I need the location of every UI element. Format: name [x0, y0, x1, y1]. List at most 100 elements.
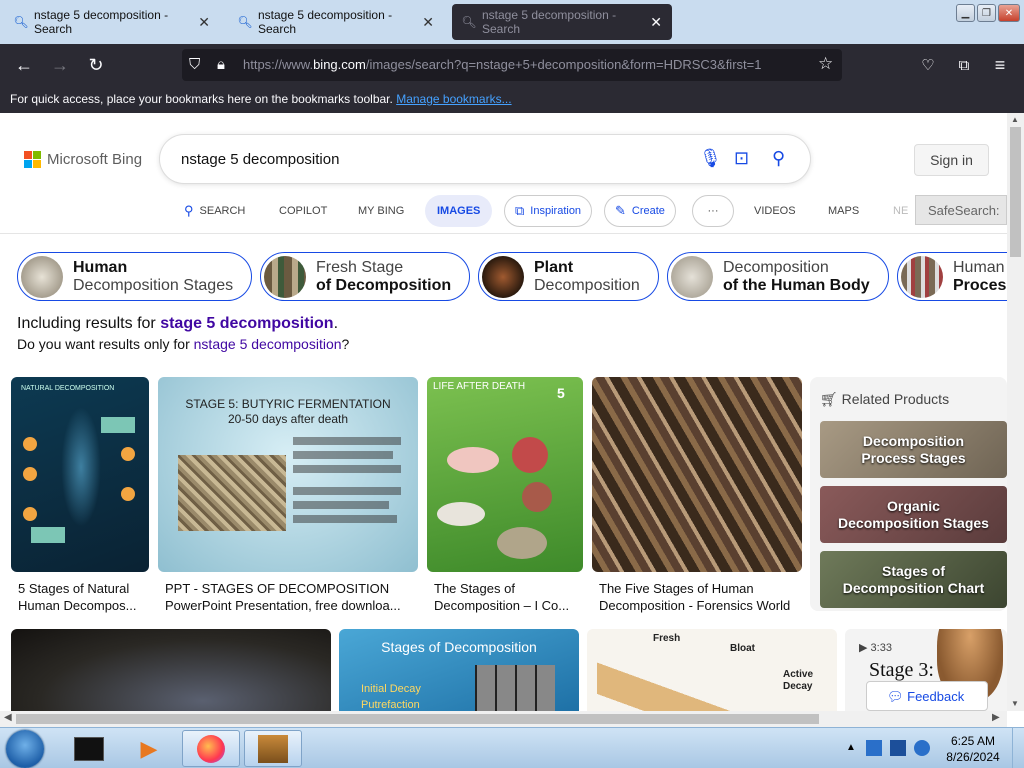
reload-icon[interactable]: ↻	[85, 54, 107, 76]
taskbar-app-terminal[interactable]	[60, 730, 118, 767]
start-button[interactable]	[6, 730, 44, 768]
taskbar-app-media-player[interactable]: ▶	[120, 730, 178, 767]
bing-logo[interactable]: Microsoft Bing	[24, 151, 142, 168]
pocket-icon[interactable]: ♡	[917, 54, 939, 76]
close-tab-icon[interactable]: ✕	[422, 14, 434, 31]
chip-plant-decomposition[interactable]: Plant Decomposition	[478, 252, 659, 301]
scroll-down-arrow-icon[interactable]: ▼	[1011, 699, 1019, 708]
image-result-7[interactable]: Fresh Bloat Active Decay	[587, 629, 837, 711]
related-product-2[interactable]: Organic Decomposition Stages	[820, 486, 1007, 543]
search-query[interactable]: nstage 5 decomposition	[181, 151, 339, 168]
lock-icon[interactable]: 🔒︎	[217, 56, 225, 73]
chip-label: Human Decomposition Stages	[73, 259, 233, 295]
back-arrow-icon[interactable]: ←	[13, 54, 35, 76]
tray-network-icon[interactable]	[866, 740, 882, 756]
result-image[interactable]	[11, 629, 331, 711]
scrollbar-thumb[interactable]	[16, 714, 819, 724]
restore-button[interactable]: ❐	[977, 4, 996, 22]
result-caption[interactable]: The Five Stages of Human Decomposition - …	[599, 580, 804, 614]
chip-human-decomposition-stages[interactable]: Human Decomposition Stages	[17, 252, 252, 301]
sign-in-button[interactable]: Sign in	[914, 144, 989, 176]
scope-copilot[interactable]: COPILOT	[279, 195, 327, 227]
result-caption[interactable]: PPT - STAGES OF DECOMPOSITION PowerPoint …	[165, 580, 419, 614]
image-result-5[interactable]	[11, 629, 331, 711]
tray-volume-icon[interactable]	[914, 740, 930, 756]
extensions-icon[interactable]: ⧉	[953, 54, 975, 76]
browser-tab-1[interactable]: 🔍︎ nstage 5 decomposition - Search ✕	[4, 4, 220, 40]
original-query-link[interactable]: nstage 5 decomposition	[194, 336, 342, 352]
url-prefix: https://www.	[243, 57, 314, 72]
related-product-1[interactable]: Decomposition Process Stages	[820, 421, 1007, 478]
image-result-1[interactable]: NATURAL DECOMPOSITION 5 Stages of Natura…	[11, 377, 151, 617]
close-tab-icon[interactable]: ✕	[650, 14, 662, 31]
scope-news[interactable]: NE	[893, 195, 908, 227]
image-grid	[475, 665, 555, 711]
image-result-6[interactable]: Stages of Decomposition Initial Decay Pu…	[339, 629, 579, 711]
product-line2: Process Stages	[861, 449, 966, 466]
scrollbar-thumb[interactable]	[1010, 127, 1021, 257]
minimize-button[interactable]: ▁	[956, 4, 975, 22]
bookmark-star-icon[interactable]: ☆	[818, 54, 833, 74]
taskbar-clock[interactable]: 6:25 AM 8/26/2024	[937, 733, 1009, 765]
manage-bookmarks-link[interactable]: Manage bookmarks...	[396, 92, 511, 106]
image-dot	[23, 467, 37, 481]
forward-arrow-icon[interactable]: →	[49, 54, 71, 76]
show-desktop-button[interactable]	[1012, 728, 1024, 768]
visual-search-icon[interactable]: ⊡	[734, 148, 749, 169]
result-caption[interactable]: The Stages of Decomposition – I Co...	[434, 580, 584, 614]
safesearch-button[interactable]: SafeSearch:	[915, 195, 1007, 225]
create-button[interactable]: ✎ Create	[604, 195, 676, 227]
result-image[interactable]: Stages of Decomposition Initial Decay Pu…	[339, 629, 579, 711]
image-result-4[interactable]: The Five Stages of Human Decomposition - …	[592, 377, 804, 617]
scope-videos[interactable]: VIDEOS	[754, 195, 796, 227]
browser-tab-2[interactable]: 🔍︎ nstage 5 decomposition - Search ✕	[228, 4, 444, 40]
vertical-scrollbar[interactable]: ▲ ▼	[1007, 113, 1024, 711]
taskbar-app-firefox[interactable]	[182, 730, 240, 767]
result-image[interactable]: LIFE AFTER DEATH 5	[427, 377, 583, 572]
scroll-right-arrow-icon[interactable]: ▶	[992, 712, 1000, 723]
url-text[interactable]: https://www.bing.com/images/search?q=nst…	[243, 57, 803, 72]
firefox-icon	[197, 734, 225, 763]
chip-decomposition-human-body[interactable]: Decomposition of the Human Body	[667, 252, 889, 301]
feedback-button[interactable]: 💬︎ Feedback	[866, 681, 988, 711]
scope-search[interactable]: ⚲ SEARCH	[184, 195, 245, 227]
menu-icon[interactable]: ≡	[989, 54, 1011, 76]
scroll-left-arrow-icon[interactable]: ◀	[4, 712, 12, 723]
horizontal-scrollbar[interactable]: ◀ ▶	[0, 711, 1007, 727]
corrected-query-link[interactable]: stage 5 decomposition	[160, 315, 333, 332]
scope-images[interactable]: IMAGES	[425, 195, 493, 227]
tray-display-icon[interactable]	[890, 740, 906, 756]
tray-expand-icon[interactable]: ▲	[846, 742, 856, 753]
image-label-text: Active Decay	[783, 669, 814, 692]
result-image[interactable]	[592, 377, 802, 572]
scope-bar: ⚲ SEARCH COPILOT MY BING IMAGES ⧉ Inspirat…	[0, 195, 1007, 231]
address-bar[interactable]: ⛉ 🔒︎ https://www.bing.com/images/search?…	[182, 49, 842, 81]
image-result-3[interactable]: LIFE AFTER DEATH 5 The Stages of Decompos…	[427, 377, 584, 617]
browser-tab-3-active[interactable]: 🔍︎ nstage 5 decomposition - Search ✕	[452, 4, 672, 40]
shield-icon[interactable]: ⛉	[189, 56, 200, 73]
image-title-text: STAGE 5: BUTYRIC FERMENTATION	[185, 397, 391, 411]
scroll-up-arrow-icon[interactable]: ▲	[1011, 115, 1019, 124]
product-line1: Decomposition	[862, 432, 965, 449]
microphone-icon[interactable]: 🎙︎	[699, 148, 722, 169]
logo-text: Microsoft Bing	[47, 151, 143, 168]
result-image[interactable]: STAGE 5: BUTYRIC FERMENTATION 20-50 days…	[158, 377, 418, 572]
image-dot	[23, 507, 37, 521]
scope-maps[interactable]: MAPS	[828, 195, 859, 227]
inspiration-button[interactable]: ⧉ Inspiration	[504, 195, 593, 227]
result-caption[interactable]: 5 Stages of Natural Human Decompos...	[18, 580, 151, 614]
search-icon[interactable]: ⚲	[772, 148, 785, 169]
taskbar-app-box[interactable]	[244, 730, 302, 767]
more-scopes-button[interactable]: ···	[692, 195, 734, 227]
close-window-button[interactable]: ✕	[998, 4, 1020, 22]
scope-my-bing[interactable]: MY BING	[358, 195, 404, 227]
clock-date: 8/26/2024	[946, 750, 1000, 764]
close-tab-icon[interactable]: ✕	[198, 14, 210, 31]
related-product-3[interactable]: Stages of Decomposition Chart	[820, 551, 1007, 608]
chip-fresh-stage[interactable]: Fresh Stage of Decomposition	[260, 252, 470, 301]
result-image[interactable]: Fresh Bloat Active Decay	[587, 629, 837, 711]
search-box[interactable]: nstage 5 decomposition 🎙︎ ⊡ ⚲	[160, 135, 810, 183]
image-result-2[interactable]: STAGE 5: BUTYRIC FERMENTATION 20-50 days…	[158, 377, 419, 617]
chip-human-process[interactable]: HumanProcess	[897, 252, 1007, 301]
result-image[interactable]: NATURAL DECOMPOSITION	[11, 377, 149, 572]
